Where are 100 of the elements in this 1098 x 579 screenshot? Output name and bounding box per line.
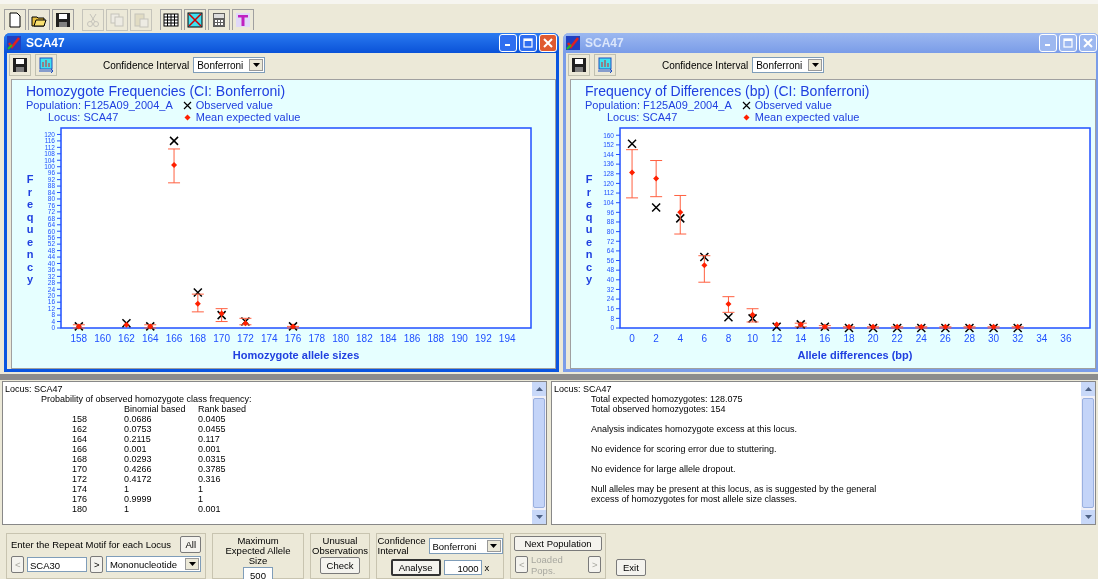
x-tick-label: 2 <box>653 333 659 344</box>
x-tick-label: 158 <box>70 333 88 344</box>
locus-label: Locus: SCA47 <box>47 111 120 123</box>
table-cell-text: 1 <box>124 504 130 515</box>
table-cell-text: 1 <box>198 494 204 505</box>
report-paragraph: Analysis indicates homozygote excess at this locus. <box>590 424 799 435</box>
table-cell-text: 0.3785 <box>198 464 227 475</box>
x-tick-label: 10 <box>747 333 759 344</box>
allele-size: 162 <box>71 424 87 435</box>
x-tick-label: 164 <box>141 333 159 344</box>
table-cell-text: 0.0405 <box>198 414 227 425</box>
table-cell-text: 0.0686 <box>124 414 153 425</box>
population-label: Population: F125A09_2004_A <box>26 99 173 111</box>
table-cell-text: 0.117 <box>198 434 221 445</box>
field-label: Confidence Interval <box>662 59 749 71</box>
x-tick-label: 166 <box>165 333 183 344</box>
table-cell-text: 0.001 <box>198 504 222 515</box>
total-text: Total expected homozygotes: 128.075 <box>590 394 744 405</box>
x-tick-label: 6 <box>701 333 708 344</box>
x-tick-label: 174 <box>260 333 278 344</box>
check-button[interactable]: Check <box>319 557 361 574</box>
table-cell-text: 0.0315 <box>198 454 227 465</box>
motif-dropdown[interactable]: Mononucleotide <box>105 556 201 573</box>
allele-size: 170 <box>71 464 87 475</box>
report-heading: Probability of observed homozygote class frequency: <box>40 394 253 405</box>
x-tick-label: 24 <box>915 333 927 344</box>
y-axis-label: Frequency <box>585 173 593 285</box>
legend-label: Observed value <box>195 99 273 111</box>
x-tick-label: 32 <box>1012 333 1024 344</box>
x-tick-label: 162 <box>118 333 135 344</box>
allele-size: 172 <box>71 474 87 485</box>
field-label: Confidence Interval <box>103 59 190 71</box>
x-tick-label: 192 <box>475 333 492 344</box>
chart-title: Homozygote Frequencies (CI: Bonferroni) <box>26 83 287 99</box>
x-tick-label: 178 <box>308 333 326 344</box>
table-cell-text: 0.0753 <box>124 424 153 435</box>
x-tick-label: 22 <box>891 333 903 344</box>
times-label: x <box>484 562 490 573</box>
x-tick-label: 36 <box>1060 333 1072 344</box>
x-tick-label: 176 <box>284 333 302 344</box>
confidence-dropdown[interactable]: Bonferroni <box>193 57 266 73</box>
table-cell-text: 0.4266 <box>124 464 153 475</box>
max-size-field[interactable]: 500 <box>243 567 273 579</box>
table-cell-text: 1 <box>198 484 204 495</box>
allele-size: 168 <box>71 454 87 465</box>
exit-button[interactable]: Exit <box>616 559 646 576</box>
column-header: Binomial based <box>124 404 187 415</box>
x-axis-label: Homozygote allele sizes <box>232 349 360 361</box>
x-tick-label: 18 <box>843 333 855 344</box>
allele-size: 176 <box>71 494 87 505</box>
unusual-label: Unusual Observations <box>312 536 368 556</box>
x-tick-label: 26 <box>939 333 951 344</box>
x-tick-label: 8 <box>725 333 732 344</box>
x-tick-label: 14 <box>795 333 807 344</box>
x-tick-label: 170 <box>213 333 230 344</box>
x-tick-label: 160 <box>94 333 111 344</box>
x-tick-label: 190 <box>451 333 468 344</box>
population-label: Population: F125A09_2004_A <box>585 99 732 111</box>
y-axis-label: Frequency <box>26 173 34 285</box>
max-size-label: Maximum Expected Allele Size <box>224 536 292 566</box>
allele-size: 158 <box>71 414 87 425</box>
table-cell-text: 0.2115 <box>124 434 152 445</box>
x-tick-label: 16 <box>819 333 831 344</box>
locus-label: Locus: SCA47 <box>606 111 679 123</box>
x-tick-label: 30 <box>988 333 1000 344</box>
next-locus-button[interactable]: > <box>89 556 103 573</box>
table-cell-text: 0.316 <box>198 474 222 485</box>
x-tick-label: 182 <box>356 333 373 344</box>
locus-text: Locus: SCA47 <box>554 384 613 395</box>
window-title: SCA47 <box>26 36 66 50</box>
confidence-dropdown[interactable]: Bonferroni <box>428 538 503 554</box>
x-tick-label: 0 <box>629 333 635 344</box>
legend-label: Mean expected value <box>754 111 860 123</box>
window-title: SCA47 <box>585 36 625 50</box>
loaded-pops-label: Loaded Pops. <box>531 554 564 576</box>
legend-label: Mean expected value <box>195 111 301 123</box>
column-header: Rank based <box>198 404 247 415</box>
total-text: Total observed homozygotes: 154 <box>590 404 727 415</box>
legend-label: Observed value <box>754 99 832 111</box>
next-population-button[interactable]: Next Population <box>514 536 602 551</box>
table-cell-text: 0.001 <box>198 444 222 455</box>
iterations-field[interactable]: 1000 <box>443 560 482 575</box>
x-tick-label: 186 <box>403 333 421 344</box>
x-tick-label: 4 <box>677 333 684 344</box>
locus-field[interactable]: SCA30 <box>27 557 87 572</box>
motif-label: Enter the Repeat Motif for each Locus <box>11 539 171 550</box>
analyse-button[interactable]: Analyse <box>390 559 441 576</box>
x-axis-label: Allele differences (bp) <box>797 349 913 361</box>
table-cell-text: 0.0293 <box>124 454 153 465</box>
report-paragraph: Null alleles may be present at this locus, as is suggested by the general excess of homozygotes for most allele size classes. <box>590 484 878 505</box>
report-paragraph: No evidence for large allele dropout. <box>590 464 737 475</box>
x-tick-label: 34 <box>1036 333 1048 344</box>
allele-size: 166 <box>71 444 87 455</box>
all-button[interactable]: All <box>180 536 201 553</box>
table-cell-text: 0.0455 <box>198 424 227 435</box>
x-tick-label: 180 <box>332 333 349 344</box>
x-tick-label: 20 <box>867 333 879 344</box>
allele-size: 180 <box>71 504 87 515</box>
table-cell-text: 0.9999 <box>124 494 153 505</box>
allele-size: 164 <box>71 434 87 445</box>
